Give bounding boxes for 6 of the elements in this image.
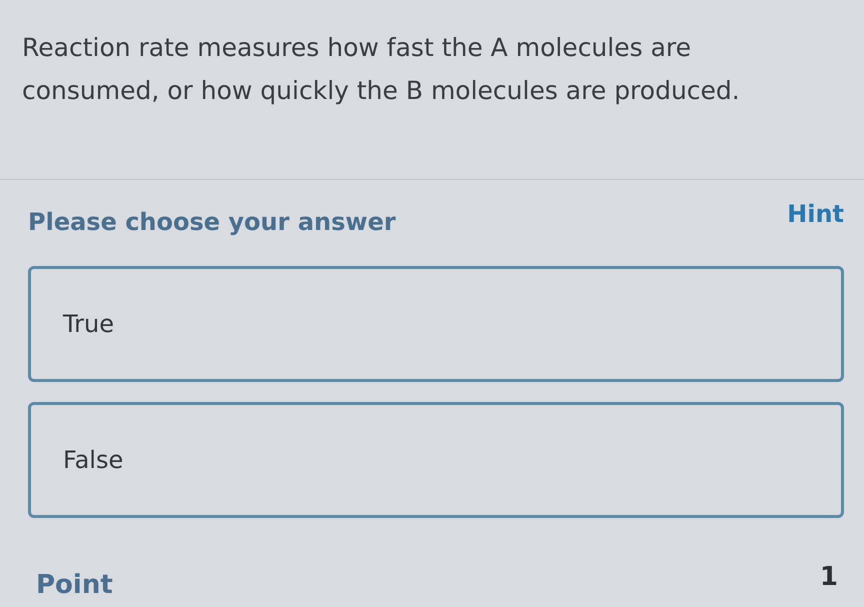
answer-option[interactable]: True [28,266,844,382]
answer-prompt: Please choose your answer [28,208,396,236]
points-label: Point [36,570,113,600]
answer-option[interactable]: False [28,402,844,518]
points-value: 1 [820,562,838,592]
question-text: Reaction rate measures how fast the A molecules are consumed, or how quickly the B molecules are produced. [22,32,741,107]
